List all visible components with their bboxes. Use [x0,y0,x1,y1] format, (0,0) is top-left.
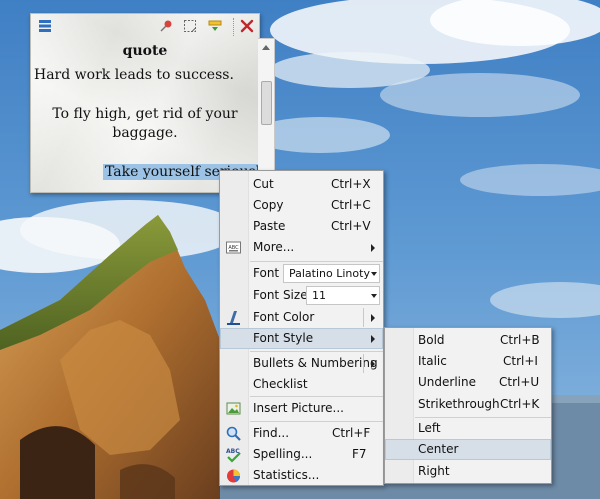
menu-shortcut: Ctrl+V [331,219,371,233]
font-select-value: Palatino Linotype [289,267,371,280]
submenu-arrow-icon [371,244,375,252]
font-select[interactable]: Palatino Linotype [283,264,380,283]
note-scrollbar[interactable] [258,38,275,191]
menu-label: Find... [253,426,290,440]
menu-item-font[interactable]: Font Palatino Linotype [220,263,383,284]
menu-item-align-center[interactable]: Center [385,439,551,460]
menu-separator [250,396,383,397]
menu-label: Bold [418,333,445,347]
font-size-select[interactable]: 11 [306,286,380,305]
menu-item-copy[interactable]: Copy Ctrl+C [220,195,383,216]
menu-shortcut: F7 [352,447,367,461]
picture-icon [225,400,242,417]
menu-shortcut: Ctrl+I [503,354,538,368]
note-title: quote [122,43,168,59]
note-toolbar [31,14,259,40]
menu-label: Bullets & Numbering [253,356,378,370]
menu-item-insert-picture[interactable]: Insert Picture... [220,398,383,419]
font-color-icon [225,309,242,326]
menu-item-bold[interactable]: Bold Ctrl+B [385,330,551,351]
menu-item-font-style[interactable]: Font Style [220,328,383,349]
menu-item-cut[interactable]: Cut Ctrl+X [220,174,383,195]
menu-item-align-right[interactable]: Right [385,461,551,482]
note-line: To fly high, get rid of your [52,106,238,122]
menu-shortcut: Ctrl+X [331,177,371,191]
chevron-down-icon [371,272,377,276]
menu-item-font-color[interactable]: Font Color [220,307,383,328]
note-line: baggage. [112,125,178,141]
split-divider [363,354,364,373]
scroll-thumb[interactable] [261,81,272,125]
menu-item-align-left[interactable]: Left [385,418,551,439]
menu-label: Underline [418,375,476,389]
menu-item-font-size[interactable]: Font Size 11 [220,285,383,306]
split-divider [363,308,364,327]
menu-label: Paste [253,219,286,233]
menu-label: Spelling... [253,447,313,461]
menu-label: Checklist [253,377,308,391]
list-icon[interactable] [37,18,53,34]
context-menu: Cut Ctrl+X Copy Ctrl+C Paste Ctrl+V ABC … [219,170,384,486]
menu-item-paste[interactable]: Paste Ctrl+V [220,216,383,237]
menu-shortcut: Ctrl+U [499,375,540,389]
font-style-submenu: Bold Ctrl+B Italic Ctrl+I Underline Ctrl… [384,327,552,484]
menu-label: Strikethrough [418,397,500,411]
menu-label: Font [253,266,280,280]
menu-separator [250,421,383,422]
menu-shortcut: Ctrl+K [500,397,540,411]
pie-chart-icon [225,467,242,484]
menu-label: Insert Picture... [253,401,344,415]
toolbar-separator [233,18,235,36]
sticky-note[interactable]: quote Hard work leads to success. To fly… [30,13,271,193]
menu-separator [250,261,383,262]
menu-item-bullets[interactable]: Bullets & Numbering [220,353,383,374]
menu-label: Font Style [253,331,314,345]
menu-item-checklist[interactable]: Checklist [220,374,383,395]
close-icon[interactable] [239,18,255,34]
spell-check-icon: ABC [225,446,242,463]
submenu-arrow-icon [371,335,375,343]
menu-item-find[interactable]: Find... Ctrl+F [220,423,383,444]
search-icon [225,425,242,442]
menu-label: Statistics... [253,468,320,482]
menu-label: Cut [253,177,274,191]
menu-item-statistics[interactable]: Statistics... [220,465,383,486]
menu-label: Left [418,421,441,435]
menu-label: Center [418,442,459,456]
menu-shortcut: Ctrl+C [331,198,371,212]
abc-icon: ABC [225,239,242,256]
menu-item-strikethrough[interactable]: Strikethrough Ctrl+K [385,394,551,415]
chevron-down-icon [371,294,377,298]
pin-icon[interactable] [158,18,174,34]
menu-item-more[interactable]: ABC More... [220,237,383,258]
menu-label: Font Size [253,288,308,302]
note-icon[interactable] [182,18,198,34]
menu-shortcut: Ctrl+F [332,426,371,440]
scroll-up-icon[interactable] [262,45,270,50]
font-size-value: 11 [312,289,326,302]
roll-up-icon[interactable] [207,18,223,34]
menu-item-italic[interactable]: Italic Ctrl+I [385,351,551,372]
menu-label: More... [253,240,295,254]
menu-separator [250,351,383,352]
menu-item-underline[interactable]: Underline Ctrl+U [385,372,551,393]
menu-label: Right [418,464,450,478]
submenu-arrow-icon [371,314,375,322]
menu-shortcut: Ctrl+B [500,333,540,347]
submenu-arrow-icon [371,360,375,368]
note-line: Hard work leads to success. [34,67,234,83]
menu-label: Copy [253,198,284,212]
menu-label: Font Color [253,310,315,324]
menu-label: Italic [418,354,447,368]
menu-item-spelling[interactable]: ABC Spelling... F7 [220,444,383,465]
